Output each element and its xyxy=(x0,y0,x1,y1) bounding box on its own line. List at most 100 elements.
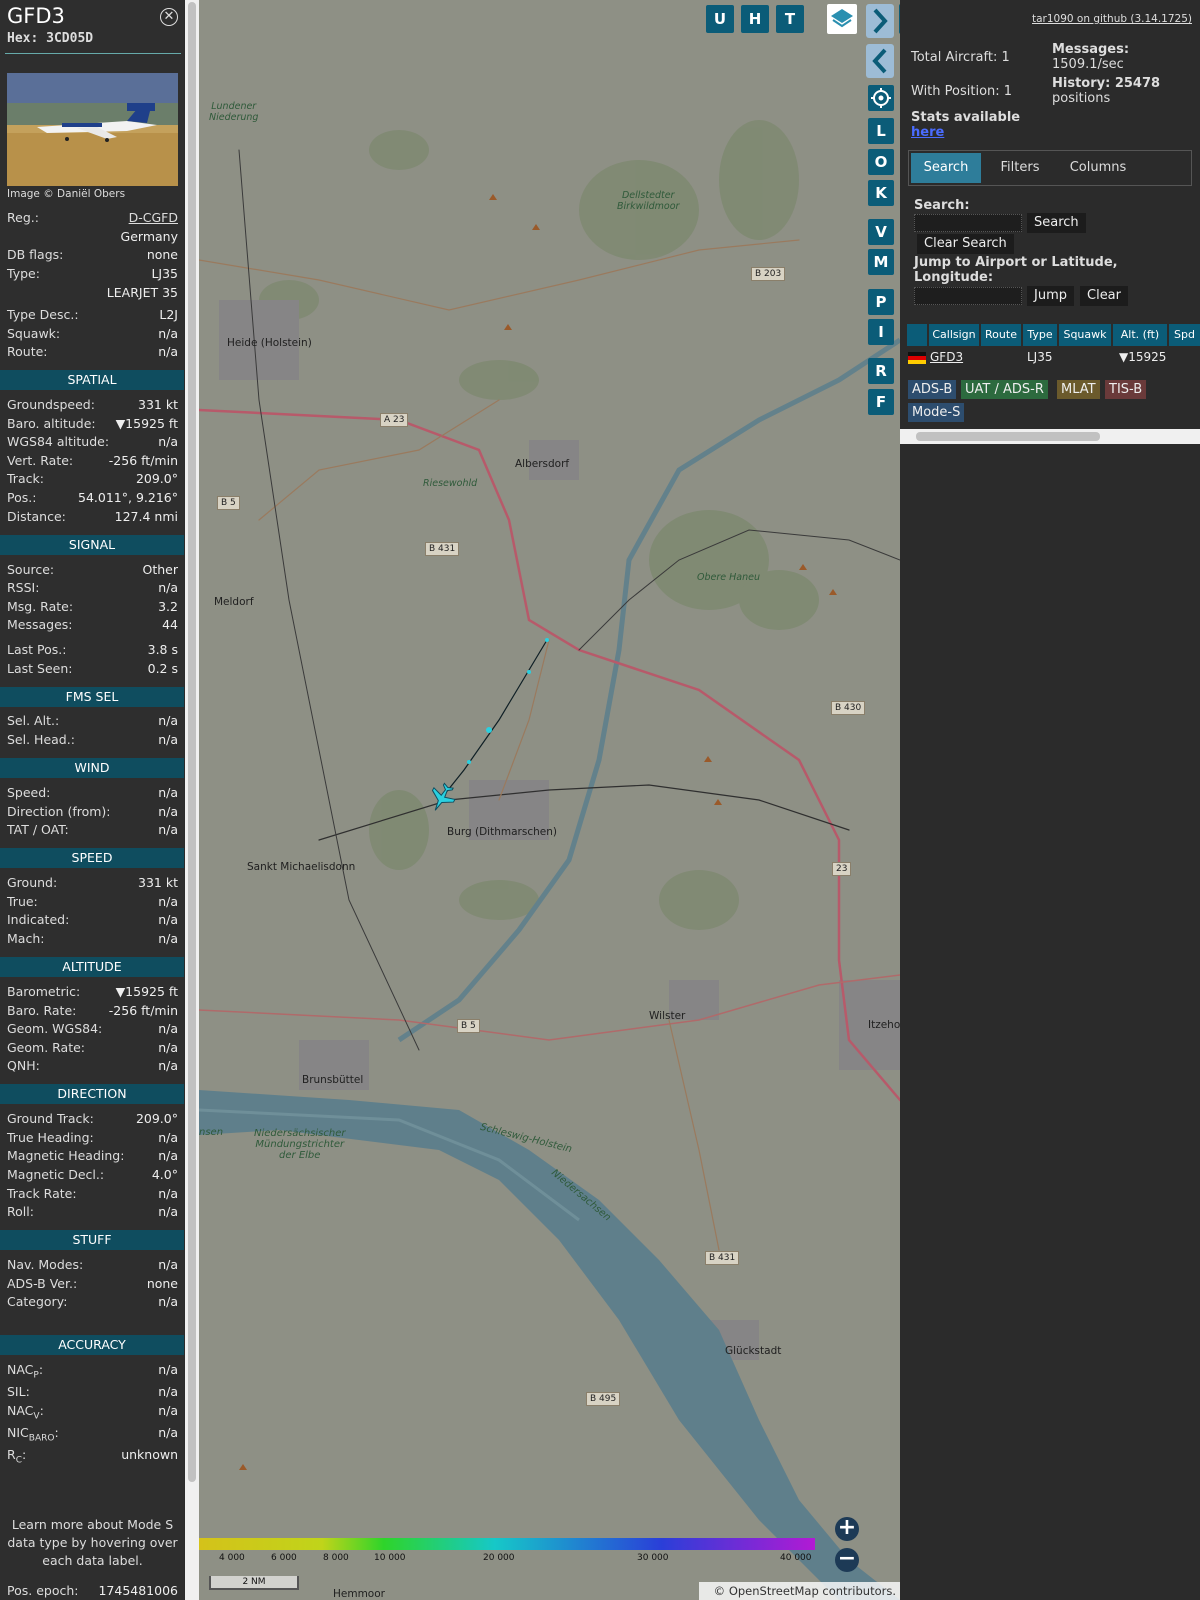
section-header-signal[interactable]: SIGNAL xyxy=(0,535,184,555)
section-header-direction[interactable]: DIRECTION xyxy=(0,1084,184,1104)
direction-5-label[interactable]: Roll: xyxy=(7,1203,34,1221)
map-toggle-p-button[interactable]: P xyxy=(868,289,894,315)
section-header-accuracy[interactable]: ACCURACY xyxy=(0,1335,184,1355)
wind-2-label[interactable]: TAT / OAT: xyxy=(7,821,69,839)
altitude-1-label[interactable]: Baro. Rate: xyxy=(7,1002,76,1020)
direction-1-label[interactable]: True Heading: xyxy=(7,1129,94,1147)
direction-3-label[interactable]: Magnetic Decl.: xyxy=(7,1166,104,1184)
source-badge-tisb[interactable]: TIS-B xyxy=(1105,380,1147,399)
scrollbar-thumb[interactable] xyxy=(916,432,1100,441)
signal-5-label[interactable]: Last Seen: xyxy=(7,660,72,678)
table-header-route[interactable]: Route xyxy=(981,324,1021,346)
source-badge-uat[interactable]: UAT / ADS-R xyxy=(961,380,1048,399)
table-header-speed[interactable]: Spd xyxy=(1169,324,1200,346)
section-header-altitude[interactable]: ALTITUDE xyxy=(0,957,184,977)
spatial-1-label[interactable]: Baro. altitude: xyxy=(7,415,96,433)
table-header-altitude[interactable]: Alt. (ft) xyxy=(1113,324,1167,346)
signal-2-label[interactable]: Msg. Rate: xyxy=(7,598,73,616)
sidebar-scrollbar[interactable] xyxy=(185,0,199,1600)
section-header-stuff[interactable]: STUFF xyxy=(0,1230,184,1250)
jump-input[interactable] xyxy=(914,287,1022,305)
signal-3-label[interactable]: Messages: xyxy=(7,616,73,634)
accuracy-3-label[interactable]: NICBARO: xyxy=(7,1424,59,1448)
map-toggle-i-button[interactable]: I xyxy=(868,319,894,345)
clear-search-button[interactable]: Clear Search xyxy=(917,234,1014,254)
map-toggle-o-button[interactable]: O xyxy=(868,149,894,175)
section-header-spatial[interactable]: SPATIAL xyxy=(0,370,184,390)
accuracy-0-label[interactable]: NACP: xyxy=(7,1361,43,1385)
spatial-2-label[interactable]: WGS84 altitude: xyxy=(7,433,109,451)
fms-0-label[interactable]: Sel. Alt.: xyxy=(7,712,59,730)
aircraft-photo[interactable] xyxy=(7,73,178,186)
fms-1-label[interactable]: Sel. Head.: xyxy=(7,731,75,749)
map-toggle-r-button[interactable]: R xyxy=(868,358,894,384)
zoom-out-icon[interactable]: − xyxy=(835,1548,859,1572)
wind-0-label[interactable]: Speed: xyxy=(7,784,50,802)
source-badge-mlat[interactable]: MLAT xyxy=(1057,380,1100,399)
section-header-fms[interactable]: FMS SEL xyxy=(0,687,184,707)
table-header-squawk[interactable]: Squawk xyxy=(1059,324,1111,346)
table-header-callsign[interactable]: Callsign xyxy=(929,324,979,346)
direction-4-label[interactable]: Track Rate: xyxy=(7,1185,77,1203)
chevron-right-icon[interactable] xyxy=(866,4,894,38)
close-icon[interactable]: ✕ xyxy=(160,8,178,26)
stuff-1-label[interactable]: ADS-B Ver.: xyxy=(7,1275,77,1293)
chevron-left-icon[interactable] xyxy=(866,44,894,78)
accuracy-1-label[interactable]: SIL: xyxy=(7,1383,30,1401)
info-0-value[interactable]: D-CGFD xyxy=(129,209,178,227)
source-badge-adsb[interactable]: ADS-B xyxy=(908,380,957,399)
tab-search[interactable]: Search xyxy=(911,153,981,183)
source-badge-modes[interactable]: Mode-S xyxy=(908,403,965,422)
speed-3-label[interactable]: Mach: xyxy=(7,930,44,948)
altitude-2-label[interactable]: Geom. WGS84: xyxy=(7,1020,102,1038)
map-toggle-f-button[interactable]: F xyxy=(868,389,894,415)
altitude-0-label[interactable]: Barometric: xyxy=(7,983,80,1001)
map-view[interactable]: Heide (Holstein) Albersdorf Meldorf Burg… xyxy=(199,0,900,1600)
zoom-in-icon[interactable]: + xyxy=(835,1517,859,1541)
map-toggle-v-button[interactable]: V xyxy=(868,219,894,245)
speed-1-label[interactable]: True: xyxy=(7,893,38,911)
map-toggle-k-button[interactable]: K xyxy=(868,180,894,206)
section-header-speed[interactable]: SPEED xyxy=(0,848,184,868)
spatial-5-label[interactable]: Pos.: xyxy=(7,489,36,507)
info-2-label[interactable]: DB flags: xyxy=(7,246,63,264)
map-toggle-l-button[interactable]: L xyxy=(868,118,894,144)
altitude-4-label[interactable]: QNH: xyxy=(7,1057,40,1075)
labels-u-button[interactable]: U xyxy=(706,5,734,33)
tab-filters[interactable]: Filters xyxy=(985,153,1055,183)
labels-t-button[interactable]: T xyxy=(776,5,804,33)
info-3-label[interactable]: Type: xyxy=(7,265,40,283)
wind-1-label[interactable]: Direction (from): xyxy=(7,803,111,821)
info-6-label[interactable]: Squawk: xyxy=(7,325,60,343)
layers-icon[interactable] xyxy=(827,4,857,34)
spatial-0-label[interactable]: Groundspeed: xyxy=(7,396,95,414)
clear-button[interactable]: Clear xyxy=(1080,286,1128,306)
accuracy-4-label[interactable]: RC: xyxy=(7,1446,26,1470)
jump-button[interactable]: Jump xyxy=(1027,286,1074,306)
signal-1-label[interactable]: RSSI: xyxy=(7,579,39,597)
section-header-wind[interactable]: WIND xyxy=(0,758,184,778)
altitude-3-label[interactable]: Geom. Rate: xyxy=(7,1039,85,1057)
search-button[interactable]: Search xyxy=(1027,213,1086,233)
search-input[interactable] xyxy=(914,214,1022,232)
github-link[interactable]: tar1090 on github (3.14.1725) xyxy=(1032,13,1192,25)
table-horizontal-scrollbar[interactable] xyxy=(900,429,1200,444)
info-0-label[interactable]: Reg.: xyxy=(7,209,39,227)
stuff-2-label[interactable]: Category: xyxy=(7,1293,67,1311)
spatial-3-label[interactable]: Vert. Rate: xyxy=(7,452,73,470)
labels-h-button[interactable]: H xyxy=(741,5,769,33)
accuracy-2-label[interactable]: NACV: xyxy=(7,1402,44,1426)
gear-icon[interactable] xyxy=(868,85,894,111)
direction-0-label[interactable]: Ground Track: xyxy=(7,1110,94,1128)
scrollbar-thumb[interactable] xyxy=(188,2,196,1482)
signal-0-label[interactable]: Source: xyxy=(7,561,54,579)
stuff-0-label[interactable]: Nav. Modes: xyxy=(7,1256,83,1274)
info-7-label[interactable]: Route: xyxy=(7,343,48,361)
info-5-label[interactable]: Type Desc.: xyxy=(7,306,79,324)
table-header-type[interactable]: Type xyxy=(1023,324,1057,346)
spatial-4-label[interactable]: Track: xyxy=(7,470,44,488)
tab-columns[interactable]: Columns xyxy=(1059,153,1137,183)
speed-2-label[interactable]: Indicated: xyxy=(7,911,69,929)
table-cell-callsign[interactable]: GFD3 xyxy=(930,348,963,366)
map-toggle-m-button[interactable]: M xyxy=(868,249,894,275)
